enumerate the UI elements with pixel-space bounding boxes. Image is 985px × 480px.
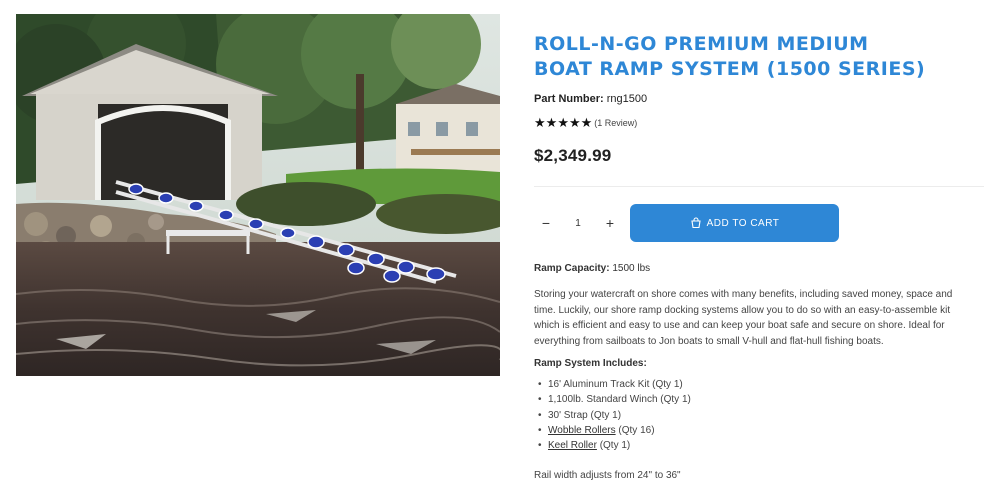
list-item-text: (Qty 16)	[615, 424, 655, 436]
list-item-text: (Qty 1)	[596, 440, 631, 452]
quantity-stepper: − 1 +	[534, 205, 622, 241]
divider	[534, 186, 984, 187]
list-item: Wobble Rollers (Qty 16)	[538, 423, 691, 439]
add-to-cart-button[interactable]: ADD TO CART	[630, 204, 839, 242]
wobble-rollers-link[interactable]: Wobble Rollers	[548, 425, 616, 436]
cart-icon	[690, 217, 701, 229]
qty-decrease-button[interactable]: −	[534, 211, 558, 235]
qty-input[interactable]: 1	[568, 218, 588, 229]
list-item: 30' Strap (Qty 1)	[538, 408, 691, 424]
rating-stars: ★ ★ ★ ★ ★	[534, 116, 592, 129]
qty-increase-button[interactable]: +	[598, 211, 622, 235]
part-number-label: Part Number:	[534, 93, 604, 105]
includes-list: 16' Aluminum Track Kit (Qty 1) 1,100lb. …	[538, 377, 691, 454]
list-item: 1,100lb. Standard Winch (Qty 1)	[538, 392, 691, 408]
star-icon: ★	[545, 115, 558, 130]
product-title: ROLL-N-GO PREMIUM MEDIUM BOAT RAMP SYSTE…	[534, 32, 954, 82]
list-item-text: 30' Strap (Qty 1)	[548, 409, 622, 421]
keel-roller-link[interactable]: Keel Roller	[548, 440, 597, 451]
list-item-text: 16' Aluminum Track Kit (Qty 1)	[548, 379, 683, 390]
rating[interactable]: ★ ★ ★ ★ ★ (1 Review)	[534, 116, 637, 129]
part-number-value: rng1500	[606, 93, 648, 105]
star-icon: ★	[568, 115, 581, 130]
list-item: Keel Roller (Qty 1)	[538, 438, 691, 454]
product-price: $2,349.99	[534, 146, 612, 165]
reviews-link[interactable]: (1 Review)	[594, 118, 637, 128]
product-description: Storing your watercraft on shore comes w…	[534, 289, 953, 347]
ramp-capacity-label: Ramp Capacity:	[534, 263, 610, 274]
product-title-line2: BOAT RAMP SYSTEM (1500 SERIES)	[534, 58, 926, 80]
star-icon: ★	[557, 115, 569, 130]
product-image[interactable]	[16, 14, 500, 376]
boat-ramp-photo	[16, 14, 500, 376]
ramp-capacity-value: 1500 lbs	[612, 263, 651, 274]
add-to-cart-label: ADD TO CART	[706, 217, 780, 229]
ramp-capacity: Ramp Capacity: 1500 lbs	[534, 263, 650, 274]
star-icon: ★	[534, 115, 546, 130]
list-item-text: 1,100lb. Standard Winch (Qty 1)	[548, 394, 691, 406]
product-title-line1: ROLL-N-GO PREMIUM MEDIUM	[534, 33, 869, 55]
list-item: 16' Aluminum Track Kit (Qty 1)	[538, 377, 691, 393]
includes-heading: Ramp System Includes:	[534, 358, 647, 369]
part-number: Part Number: rng1500	[534, 93, 647, 105]
star-icon: ★	[580, 115, 593, 130]
rail-width-note: Rail width adjusts from 24" to 36"	[534, 470, 681, 480]
